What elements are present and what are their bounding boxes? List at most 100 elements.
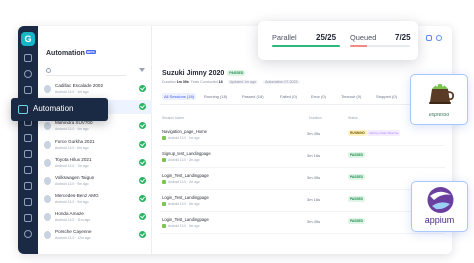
automation-icon [18,105,28,114]
android-icon [162,180,166,185]
avatar [44,141,51,149]
session-meta-text: Android 13.0 · 1m ago [168,136,200,140]
tests-label: Tests Conducted [190,80,218,84]
check-icon [139,195,146,202]
device-item[interactable]: Honda Amaze Android 13.0 · 11m ago [38,210,152,224]
device-item[interactable]: Cadillac Escalade 2002 Android 13.0 · 1m… [38,82,152,96]
search-icon [46,68,51,73]
table-row[interactable]: Login_Test_Landingpage Android 13.0 · 3m… [160,192,445,212]
device-name: Mercedes-Benz AMG [55,193,99,198]
espresso-android-icon [429,84,455,104]
android-icon [162,224,166,229]
device-item[interactable]: Toyota Hilux 2021 Android 13.0 · 7m ago [38,156,152,170]
parallel-label: Parallel [272,33,297,42]
filter-icon[interactable] [139,68,145,74]
appium-label: appium [424,215,455,225]
parallel-value: 25/25 [316,33,337,42]
sessions-panel: Automation BETA Cadillac Escalade 2002 An… [38,26,152,254]
avatar [44,159,51,167]
queued-progress-fill [350,45,367,47]
bell-icon[interactable] [426,35,432,41]
grid-icon[interactable] [24,54,32,62]
tab-all-sessions[interactable]: All Sessions (18) [162,93,197,100]
table-row[interactable]: Signup_test_Landingpage Android 13.0 · 2… [160,148,445,168]
espresso-card: espresso [410,74,468,125]
check-icon [139,141,146,148]
box-icon[interactable] [24,166,32,174]
device-item[interactable]: Force Gurkha 2021 Android 13.0 · 6m ago [38,138,152,152]
session-meta-text: Android 13.0 · 2m ago [168,158,200,162]
device-item[interactable]: Mercedes-Benz AMG Android 13.0 · 9m ago [38,192,152,206]
users-icon[interactable] [24,198,32,206]
session-search-input[interactable] [46,68,126,76]
build-meta: Duration 1m 39s Tests Conducted 18 Updat… [162,80,300,84]
session-meta: Android 13.0 · 3m ago [162,202,200,207]
android-icon [162,202,166,207]
layers-icon[interactable] [24,86,32,94]
status-badge: PASSED [348,152,365,158]
panel-title-text: Automation [46,50,85,57]
device-item[interactable]: Porsche Cayenne Android 13.0 · 12m ago [38,228,152,242]
build-title: Suzuki Jimny 2020 PASSED [162,70,246,77]
parallel-progress-bar [272,45,340,47]
tab-timeout[interactable]: Timeout (0) [341,94,361,99]
status-badge: PASSED [348,196,365,202]
help-icon[interactable] [24,230,32,238]
app-window: G Automation BETA Cadillac Escalade 2002 … [18,26,452,254]
status-badge: PASSED [348,174,365,180]
device-meta: Android 13.0 · 12m ago [55,235,91,240]
device-item[interactable]: Mahindra XUV700 Android 13.0 · 4m ago [38,119,152,133]
column-header-name[interactable]: Session Name [162,116,184,120]
android-icon [162,136,166,141]
meta-chip: Automation 07-2023 [263,80,300,84]
device-meta: Android 13.0 · 7m ago [55,163,89,168]
session-duration: 3m 16s [307,153,321,158]
calendar-icon[interactable] [24,214,32,222]
topbar-actions [414,35,444,43]
device-item[interactable]: Volkswagen Taigun Android 13.0 · 9m ago [38,174,152,188]
column-header-duration[interactable]: Duration [309,116,322,120]
session-meta: Android 13.0 · 2m ago [162,158,200,163]
column-header-status[interactable]: Status [348,116,358,120]
tab-running[interactable]: Running (18) [204,94,227,99]
beta-badge: BETA [85,50,96,54]
device-meta: Android 13.0 · 11m ago [55,217,91,222]
box-icon[interactable] [24,134,32,142]
session-meta-text: Android 13.0 · 3m ago [168,224,200,228]
session-name: Login_Test_Landingpage [162,173,209,178]
main-content: Suzuki Jimny 2020 PASSED Duration 1m 39s … [152,26,452,254]
queued-label: Queued [350,33,377,42]
session-meta: Android 13.0 · 2m ago [162,180,200,185]
tab-error[interactable]: Error (0) [311,94,326,99]
chart-icon[interactable] [24,182,32,190]
tests-value: 18 [218,80,223,84]
app-logo[interactable]: G [21,32,35,46]
device-meta: Android 13.0 · 4m ago [55,126,89,131]
status-badge: RUNNING [348,130,367,136]
meta-chip: Updated 1m ago [227,80,259,84]
tab-passed[interactable]: Passed (18) [242,94,264,99]
table-row[interactable]: Login_Test_Landingpage Android 13.0 · 2m… [160,170,445,190]
profile-icon[interactable] [436,35,442,41]
session-duration: 3m 45s [307,219,321,224]
session-name: Signup_test_Landingpage [162,151,211,156]
avatar [44,122,51,130]
tab-failed[interactable]: Failed (0) [280,94,297,99]
settings-icon[interactable] [24,150,32,158]
session-meta: Android 13.0 · 1m ago [162,136,200,141]
avatar [44,177,51,185]
device-name: Force Gurkha 2021 [55,139,95,144]
table-row[interactable]: Navigation_page_Home Android 13.0 · 1m a… [160,126,445,146]
device-meta: Android 13.0 · 9m ago [55,181,89,186]
status-badge: PASSED [227,70,246,77]
device-name: Honda Amaze [55,211,84,216]
queued-progress-bar [350,45,410,47]
device-meta: Android 13.0 · 9m ago [55,199,89,204]
automation-tag[interactable]: Automation [11,98,108,121]
tab-stopped[interactable]: Stopped (0) [376,94,397,99]
session-duration: 3m 45s [307,131,321,136]
clock-icon[interactable] [24,70,32,78]
icon-rail: G [18,26,38,254]
status-badge: PASSED [348,218,365,224]
table-row[interactable]: Login_Test_Landingpage Android 13.0 · 3m… [160,214,445,234]
